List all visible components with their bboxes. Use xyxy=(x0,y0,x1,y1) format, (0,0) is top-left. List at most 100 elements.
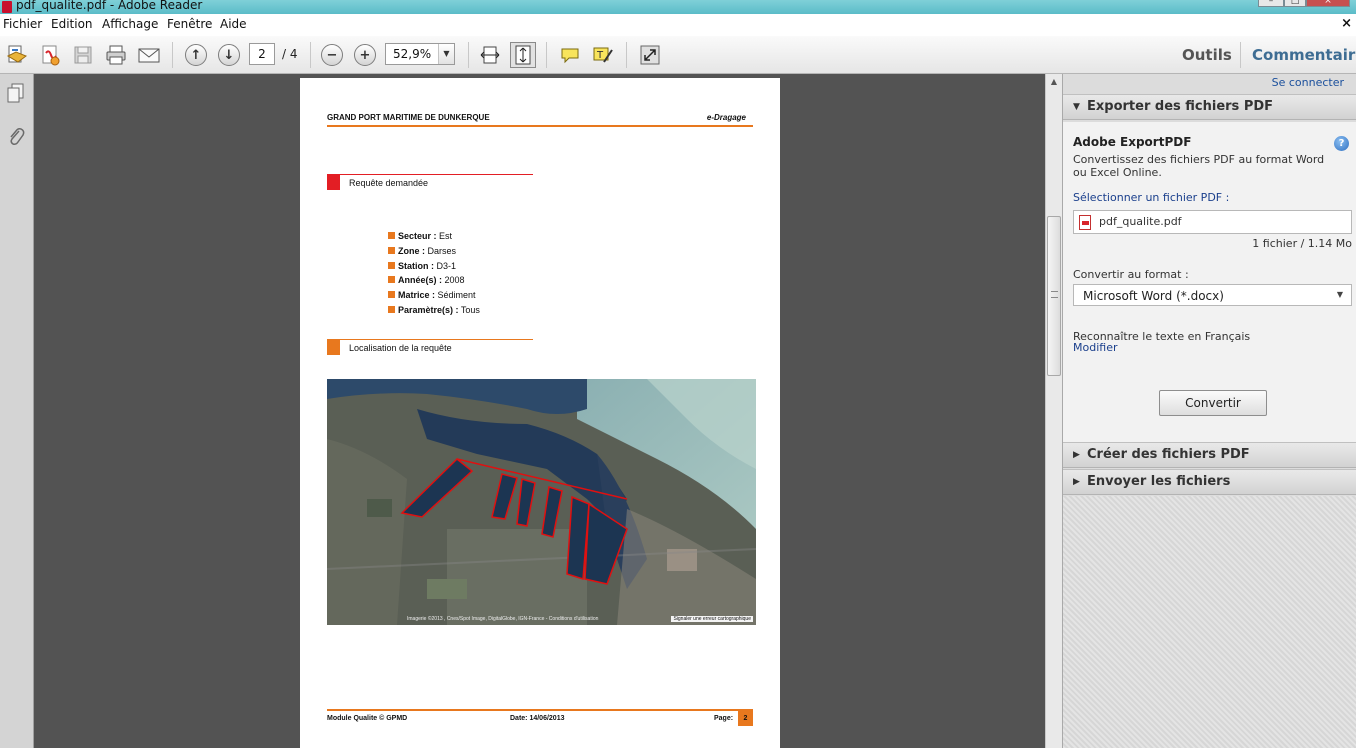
section-title: Requête demandée xyxy=(349,178,429,188)
highlight-icon[interactable]: T xyxy=(590,42,616,68)
create-pdf-header[interactable]: ▶ Créer des fichiers PDF xyxy=(1063,442,1356,468)
ocr-modify-link[interactable]: Modifier xyxy=(1073,341,1117,354)
selected-file-field[interactable]: pdf_qualite.pdf xyxy=(1073,210,1352,234)
pages-panel-icon[interactable] xyxy=(5,82,27,104)
criteria-key: Année(s) : xyxy=(398,275,443,285)
fit-page-icon[interactable] xyxy=(510,42,536,68)
section-title: Localisation de la requête xyxy=(349,343,452,353)
pdf-file-icon xyxy=(1079,215,1091,230)
section-rule xyxy=(327,174,533,175)
criteria-key: Matrice : xyxy=(398,290,436,300)
bullet xyxy=(388,232,395,239)
comment-tab[interactable]: Commentaire xyxy=(1252,46,1356,64)
file-info: 1 fichier / 1.14 Mo xyxy=(1252,237,1352,250)
select-file-label[interactable]: Sélectionner un fichier PDF : xyxy=(1073,191,1229,204)
menu-fichier[interactable]: Fichier xyxy=(3,17,42,31)
satellite-map: Imagerie ©2013 , Cnes/Spot Image, Digita… xyxy=(327,379,756,625)
sticky-note-icon[interactable] xyxy=(557,42,583,68)
chevron-down-icon: ▼ xyxy=(1336,290,1343,299)
send-files-header[interactable]: ▶ Envoyer les fichiers xyxy=(1063,469,1356,495)
toolbar-separator xyxy=(310,42,311,68)
convert-button[interactable]: Convertir xyxy=(1159,390,1267,416)
export-pdf-header[interactable]: ▼ Exporter des fichiers PDF xyxy=(1063,94,1356,120)
fit-width-icon[interactable] xyxy=(477,42,503,68)
scroll-up-icon[interactable]: ▲ xyxy=(1046,74,1062,90)
footer-page-number: 2 xyxy=(738,711,753,726)
criteria-value: Sédiment xyxy=(435,290,476,300)
format-select[interactable]: Microsoft Word (*.docx) ▼ xyxy=(1073,284,1352,306)
grip-icon xyxy=(1051,291,1058,298)
section-marker xyxy=(327,175,340,190)
toolbar: ↑ ↓ − + T xyxy=(0,36,1356,74)
criteria-key: Secteur : xyxy=(398,231,437,241)
attachments-icon[interactable] xyxy=(5,126,27,148)
create-pdf-icon[interactable] xyxy=(37,42,63,68)
toolbar-separator xyxy=(172,42,173,68)
chevron-right-icon: ▶ xyxy=(1073,450,1080,460)
print-icon[interactable] xyxy=(103,42,129,68)
criteria-item: Station : D3-1 xyxy=(388,261,456,271)
prev-page-icon[interactable]: ↑ xyxy=(183,42,209,68)
zoom-out-icon[interactable]: − xyxy=(319,42,345,68)
scrollbar-thumb[interactable] xyxy=(1047,216,1061,376)
help-icon[interactable]: ? xyxy=(1334,136,1349,151)
close-window-button[interactable]: × xyxy=(1306,0,1350,7)
menu-edition[interactable]: Edition xyxy=(51,17,93,31)
map-report-link[interactable]: Signaler une erreur cartographique xyxy=(671,616,753,622)
exportpdf-description: Convertissez des fichiers PDF au format … xyxy=(1073,153,1325,179)
criteria-value: Est xyxy=(436,231,453,241)
criteria-value: 2008 xyxy=(442,275,465,285)
email-icon[interactable] xyxy=(136,42,162,68)
section-localisation: Localisation de la requête xyxy=(327,339,533,356)
open-icon[interactable] xyxy=(4,42,30,68)
pdf-page: GRAND PORT MARITIME DE DUNKERQUE e-Draga… xyxy=(300,78,780,748)
vertical-scrollbar[interactable]: ▲ xyxy=(1045,74,1062,748)
bullet xyxy=(388,247,395,254)
criteria-key: Paramètre(s) : xyxy=(398,305,459,315)
task-pane: Se connecter ▼ Exporter des fichiers PDF… xyxy=(1062,74,1356,748)
minimize-button[interactable]: – xyxy=(1258,0,1284,7)
criteria-value: Tous xyxy=(458,305,480,315)
close-document-icon[interactable]: × xyxy=(1341,16,1352,31)
map-image xyxy=(327,379,756,625)
zoom-select[interactable]: 52,9% ▼ xyxy=(385,43,455,65)
maximize-button[interactable]: □ xyxy=(1284,0,1306,7)
menu-fenetre[interactable]: Fenêtre xyxy=(167,17,212,31)
bullet xyxy=(388,262,395,269)
document-view[interactable]: GRAND PORT MARITIME DE DUNKERQUE e-Draga… xyxy=(35,74,1045,748)
menu-aide[interactable]: Aide xyxy=(220,17,247,31)
page-header-right: e-Dragage xyxy=(706,113,746,122)
next-page-icon[interactable]: ↓ xyxy=(216,42,242,68)
tools-tab[interactable]: Outils xyxy=(1182,46,1232,64)
save-icon[interactable] xyxy=(70,42,96,68)
page-header-title: GRAND PORT MARITIME DE DUNKERQUE xyxy=(327,113,490,122)
zoom-in-icon[interactable]: + xyxy=(352,42,378,68)
criteria-item: Année(s) : 2008 xyxy=(388,275,465,285)
bullet xyxy=(388,291,395,298)
adobe-reader-icon xyxy=(2,1,12,13)
chevron-down-icon[interactable]: ▼ xyxy=(438,44,454,64)
zoom-value: 52,9% xyxy=(393,47,432,61)
menu-affichage[interactable]: Affichage xyxy=(102,17,158,31)
criteria-item: Paramètre(s) : Tous xyxy=(388,305,480,315)
section-requete: Requête demandée xyxy=(327,174,533,191)
selected-file-name: pdf_qualite.pdf xyxy=(1099,215,1182,228)
page-total: / 4 xyxy=(282,47,298,61)
fullscreen-icon[interactable] xyxy=(637,42,663,68)
svg-text:T: T xyxy=(596,50,604,61)
criteria-key: Station : xyxy=(398,261,434,271)
format-label: Convertir au format : xyxy=(1073,268,1189,281)
map-credit: Imagerie ©2013 , Cnes/Spot Image, Digita… xyxy=(407,616,599,622)
footer-module: Module Qualite © GPMD xyxy=(327,715,408,722)
window-title: pdf_qualite.pdf - Adobe Reader xyxy=(16,0,203,12)
create-pdf-title: Créer des fichiers PDF xyxy=(1087,447,1250,462)
footer-page-label: Page: xyxy=(714,715,734,722)
page-number-input[interactable]: 2 xyxy=(249,43,275,65)
criteria-value: Darses xyxy=(425,246,457,256)
export-pdf-title: Exporter des fichiers PDF xyxy=(1087,99,1274,114)
footer-date: Date: 14/06/2013 xyxy=(510,715,565,722)
toolbar-separator xyxy=(1240,42,1241,68)
exportpdf-title: Adobe ExportPDF xyxy=(1073,135,1192,149)
sign-in-link[interactable]: Se connecter xyxy=(1272,76,1344,89)
export-pdf-panel: Adobe ExportPDF ? Convertissez des fichi… xyxy=(1063,122,1356,442)
